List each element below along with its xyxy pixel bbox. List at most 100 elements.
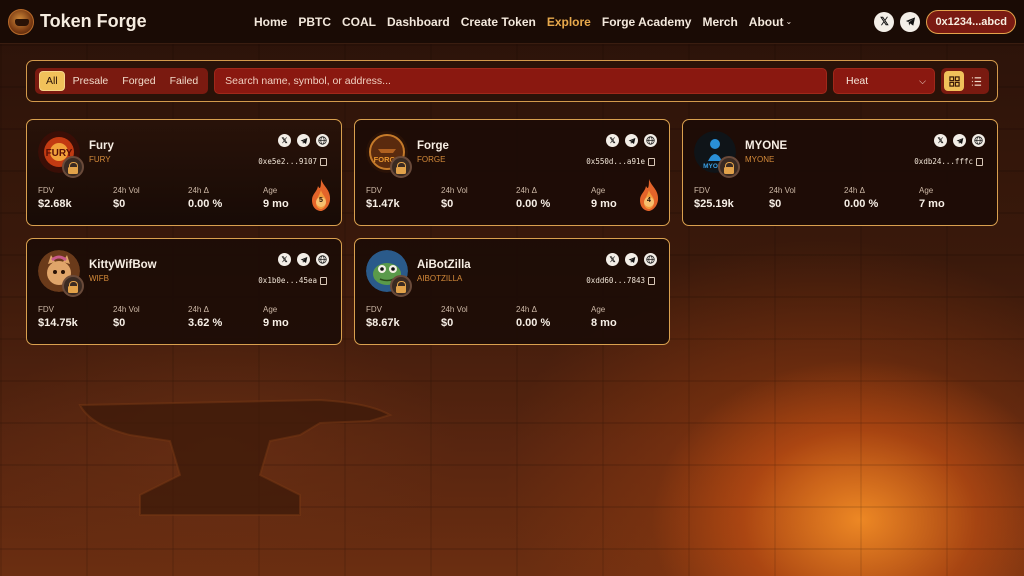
fdv-value: $8.67k: [366, 317, 400, 329]
globe-icon[interactable]: [316, 134, 329, 147]
heat-value: 4: [647, 197, 651, 204]
copy-icon[interactable]: [320, 157, 327, 166]
x-icon[interactable]: 𝕏: [874, 11, 895, 32]
wallet-button[interactable]: 0x1234...abcd: [926, 9, 1016, 34]
fdv-label: FDV: [38, 186, 54, 195]
address-text: 0x550d...a91e: [586, 157, 645, 166]
tab-failed[interactable]: Failed: [164, 72, 205, 90]
nav-forge-academy[interactable]: Forge Academy: [602, 15, 692, 29]
anvil-logo-icon: [8, 8, 34, 35]
heat-flame-badge: 4: [637, 178, 661, 212]
telegram-icon[interactable]: [297, 134, 310, 147]
token-card[interactable]: FORGE Forge FORGE 𝕏 0x550d...a91e FDV $1.…: [354, 119, 670, 226]
nav-home[interactable]: Home: [254, 15, 287, 29]
nav-right: 𝕏 0x1234...abcd: [874, 9, 1016, 34]
address-text: 0x1b0e...45ea: [258, 276, 317, 285]
vol-value: $0: [113, 317, 126, 329]
list-icon[interactable]: [966, 71, 986, 91]
copy-icon[interactable]: [648, 276, 655, 285]
token-address[interactable]: 0x550d...a91e: [586, 157, 655, 166]
telegram-icon[interactable]: [900, 11, 921, 32]
x-icon[interactable]: 𝕏: [606, 134, 619, 147]
nav-create-token[interactable]: Create Token: [461, 15, 536, 29]
grid-icon[interactable]: [944, 71, 964, 91]
lock-icon: [718, 156, 740, 178]
copy-icon[interactable]: [976, 157, 983, 166]
token-name: Forge: [417, 140, 449, 152]
nav-coal[interactable]: COAL: [342, 15, 376, 29]
x-icon[interactable]: 𝕏: [934, 134, 947, 147]
telegram-icon[interactable]: [297, 253, 310, 266]
vol-label: 24h Vol: [113, 305, 140, 314]
globe-icon[interactable]: [316, 253, 329, 266]
filter-bar: All Presale Forged Failed Heat ⌵: [26, 60, 998, 102]
vol-label: 24h Vol: [441, 186, 468, 195]
globe-icon[interactable]: [644, 253, 657, 266]
token-address[interactable]: 0xdd60...7843: [586, 276, 655, 285]
tab-forged[interactable]: Forged: [116, 72, 161, 90]
change-value: 3.62 %: [188, 317, 223, 329]
vol-value: $0: [769, 198, 782, 210]
telegram-icon[interactable]: [625, 134, 638, 147]
change-value: 0.00 %: [844, 198, 879, 210]
token-name: MYONE: [745, 140, 788, 152]
chevron-down-icon: ⌄: [785, 17, 793, 26]
token-card[interactable]: FURY Fury FURY 𝕏 0xe5e2...9107 FDV $2.68k…: [26, 119, 342, 226]
token-socials: 𝕏: [934, 134, 985, 147]
token-address[interactable]: 0xe5e2...9107: [258, 157, 327, 166]
age-label: Age: [591, 305, 606, 314]
token-symbol: AIBOTZILLA: [417, 274, 463, 283]
tab-presale[interactable]: Presale: [67, 72, 115, 90]
token-card[interactable]: MYONE MYONE MYONE 𝕏 0xdb24...fffc FDV $25…: [682, 119, 998, 226]
fdv-value: $14.75k: [38, 317, 78, 329]
globe-icon[interactable]: [644, 134, 657, 147]
token-address[interactable]: 0xdb24...fffc: [914, 157, 983, 166]
vol-value: $0: [113, 198, 126, 210]
globe-icon[interactable]: [972, 134, 985, 147]
token-stats: FDV $8.67k 24h Vol $0 24h Δ 0.00 % Age 8 mo: [366, 305, 666, 329]
telegram-icon[interactable]: [625, 253, 638, 266]
change-label: 24h Δ: [516, 186, 537, 195]
nav-about[interactable]: About: [749, 15, 784, 29]
x-icon[interactable]: 𝕏: [606, 253, 619, 266]
token-symbol: FURY: [89, 155, 111, 164]
nav-pbtc[interactable]: PBTC: [298, 15, 331, 29]
nav-merch[interactable]: Merch: [702, 15, 737, 29]
token-socials: 𝕏: [278, 134, 329, 147]
sort-select[interactable]: Heat ⌵: [833, 68, 935, 94]
token-card[interactable]: KittyWifBow WIFB 𝕏 0x1b0e...45ea FDV $14.…: [26, 238, 342, 345]
x-icon[interactable]: 𝕏: [278, 134, 291, 147]
copy-icon[interactable]: [320, 276, 327, 285]
address-text: 0xdb24...fffc: [914, 157, 973, 166]
telegram-icon[interactable]: [953, 134, 966, 147]
nav-about-dropdown[interactable]: About ⌄: [749, 15, 792, 29]
token-stats: FDV $25.19k 24h Vol $0 24h Δ 0.00 % Age 7 mo: [694, 186, 994, 210]
vol-label: 24h Vol: [441, 305, 468, 314]
nav-dashboard[interactable]: Dashboard: [387, 15, 450, 29]
tab-all[interactable]: All: [39, 71, 65, 91]
search-input[interactable]: [214, 68, 827, 94]
token-name: Fury: [89, 140, 114, 152]
lock-icon: [390, 275, 412, 297]
token-card[interactable]: AiBotZilla AIBOTZILLA 𝕏 0xdd60...7843 FD…: [354, 238, 670, 345]
change-label: 24h Δ: [188, 186, 209, 195]
address-text: 0xe5e2...9107: [258, 157, 317, 166]
fdv-value: $1.47k: [366, 198, 400, 210]
age-label: Age: [263, 305, 278, 314]
fdv-label: FDV: [366, 186, 382, 195]
fdv-value: $25.19k: [694, 198, 734, 210]
token-address[interactable]: 0x1b0e...45ea: [258, 276, 327, 285]
x-icon[interactable]: 𝕏: [278, 253, 291, 266]
nav-explore[interactable]: Explore: [547, 15, 591, 29]
status-tabs: All Presale Forged Failed: [35, 68, 209, 94]
top-navbar: Token Forge Home PBTC COAL Dashboard Cre…: [0, 0, 1024, 44]
copy-icon[interactable]: [648, 157, 655, 166]
age-label: Age: [919, 186, 934, 195]
vol-label: 24h Vol: [769, 186, 796, 195]
brand[interactable]: Token Forge: [8, 8, 248, 35]
change-label: 24h Δ: [844, 186, 865, 195]
token-name: AiBotZilla: [417, 259, 471, 271]
age-value: 8 mo: [591, 317, 617, 329]
lock-icon: [62, 275, 84, 297]
view-toggle: [941, 68, 989, 94]
